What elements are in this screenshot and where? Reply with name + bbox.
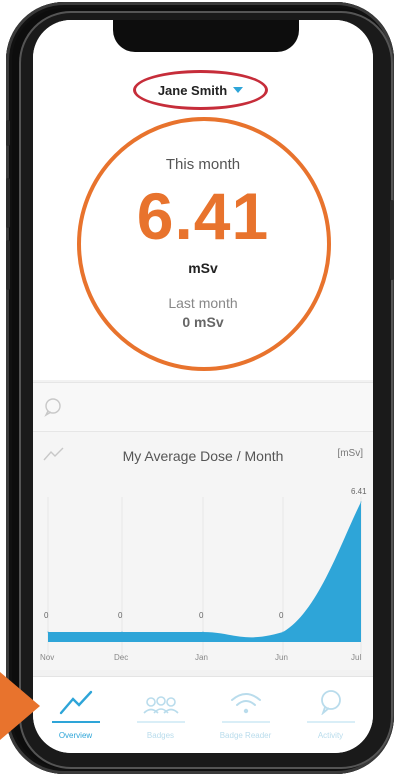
chart-point (121, 631, 123, 633)
chart-data-label: 0 (199, 611, 204, 620)
activity-strip[interactable] (33, 382, 373, 432)
chart-data-label: 6.41 (351, 487, 367, 496)
caret-down-icon (233, 87, 244, 93)
current-dose-value: 6.41 (136, 179, 270, 253)
nav-item-label: Overview (58, 731, 93, 740)
chart-data-label: 0 (44, 611, 49, 620)
dose-chart-card: My Average Dose / Month [mSv] 0 0 0 0 6.41 No… (33, 432, 373, 670)
people-group-icon (141, 687, 181, 715)
nav-indicator (51, 721, 100, 723)
current-period-label: This month (165, 156, 241, 173)
previous-period-label: Last month (168, 295, 238, 311)
chart-x-tick-label: Dec (114, 653, 128, 662)
chart-series-area (48, 502, 361, 642)
nav-item-badge-reader[interactable]: Badge Reader (203, 677, 288, 753)
chart-data-label: 0 (118, 611, 123, 620)
chart-point (47, 631, 49, 633)
nav-indicator (136, 721, 185, 723)
user-name: Jane Smith (157, 82, 228, 98)
chart-point (360, 501, 362, 503)
user-selector[interactable]: Jane Smith (133, 70, 268, 110)
nav-item-activity[interactable]: Activity (288, 677, 373, 753)
nav-item-label: Badge Reader (219, 731, 272, 740)
nav-item-label: Badges (146, 731, 175, 740)
nav-item-label: Activity (317, 731, 344, 740)
pointer-arrow (0, 672, 40, 740)
chart-x-tick-label: Nov (40, 653, 54, 662)
dose-area-chart: 0 0 0 0 6.41 Nov Dec Jan Jun Jul (40, 487, 367, 662)
chart-data-label: 0 (279, 611, 284, 620)
chart-point (282, 631, 284, 633)
speech-bubble-icon (319, 687, 343, 715)
chart-x-tick-label: Jan (195, 653, 208, 662)
previous-dose-value: 0 mSv (182, 314, 224, 330)
dose-unit: mSv (188, 260, 218, 276)
phone-side-button (6, 120, 10, 146)
app-screen: Jane Smith This month 6.41 mSv Last mont… (33, 20, 373, 753)
phone-volume-down-button (6, 240, 10, 290)
wifi-signal-icon (229, 687, 263, 715)
nav-item-overview[interactable]: Overview (33, 677, 118, 753)
chart-point (202, 631, 204, 633)
bottom-nav: Overview Badges Badge Reader Activity (33, 676, 373, 753)
chart-x-tick-label: Jul (351, 653, 361, 662)
trend-line-icon (59, 687, 93, 715)
chart-x-tick-label: Jun (275, 653, 288, 662)
nav-indicator (306, 721, 355, 723)
phone-volume-up-button (6, 178, 10, 228)
phone-notch (113, 20, 299, 52)
phone-power-button (390, 200, 394, 280)
speech-bubble-icon (44, 398, 61, 417)
chart-unit-label: [mSv] (337, 448, 363, 459)
nav-indicator (221, 721, 270, 723)
nav-item-badges[interactable]: Badges (118, 677, 203, 753)
